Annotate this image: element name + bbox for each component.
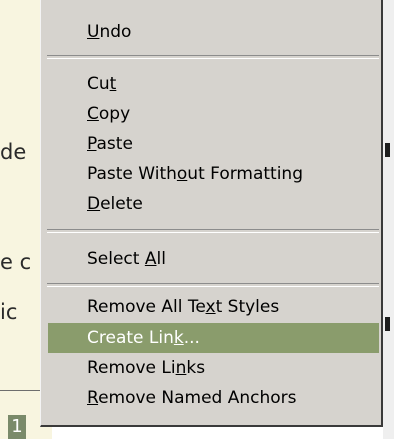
- menu-item-label: Copy: [87, 104, 131, 124]
- menu-item-remove-all-text-styles[interactable]: Remove All Text Styles: [48, 292, 379, 322]
- menu-separator: [47, 55, 379, 59]
- menu-item-cut[interactable]: Cut: [48, 69, 379, 99]
- menu-item-label: Paste: [87, 134, 133, 154]
- menu-separator: [47, 229, 379, 233]
- menu-item-label: Remove All Text Styles: [87, 297, 280, 317]
- menu-item-label: Remove Links: [87, 358, 206, 378]
- right-edge-background: [383, 0, 394, 439]
- document-rule: [0, 390, 40, 391]
- document-text-fragment: ic: [0, 300, 18, 324]
- menu-item-select-all[interactable]: Select All: [48, 244, 379, 274]
- document-text-fragment: de: [0, 140, 27, 164]
- menu-item-remove-named-anchors[interactable]: Remove Named Anchors: [48, 383, 379, 413]
- menu-item-label: Delete: [87, 194, 143, 214]
- menu-item-label: Create Link...: [87, 328, 200, 348]
- menu-item-create-link[interactable]: Create Link...: [48, 323, 379, 353]
- document-line-number: 1: [8, 415, 26, 439]
- menu-item-undo[interactable]: Undo: [48, 17, 379, 47]
- menu-item-label: Undo: [87, 22, 132, 42]
- menu-item-paste[interactable]: Paste: [48, 129, 379, 159]
- menu-separator: [47, 283, 379, 287]
- context-menu: Undo Cut Copy Paste Paste Without Format…: [40, 0, 383, 427]
- menu-item-label: Cut: [87, 74, 117, 94]
- menu-item-delete[interactable]: Delete: [48, 189, 379, 219]
- menu-item-paste-without-formatting[interactable]: Paste Without Formatting: [48, 159, 379, 189]
- menu-item-label: Select All: [87, 249, 166, 269]
- menu-item-copy[interactable]: Copy: [48, 99, 379, 129]
- menu-item-label: Remove Named Anchors: [87, 388, 297, 408]
- menu-item-label: Paste Without Formatting: [87, 164, 304, 184]
- right-edge-mark: [385, 317, 390, 331]
- menu-item-remove-links[interactable]: Remove Links: [48, 353, 379, 383]
- right-edge-mark: [385, 143, 390, 157]
- document-text-fragment: e c: [0, 250, 32, 274]
